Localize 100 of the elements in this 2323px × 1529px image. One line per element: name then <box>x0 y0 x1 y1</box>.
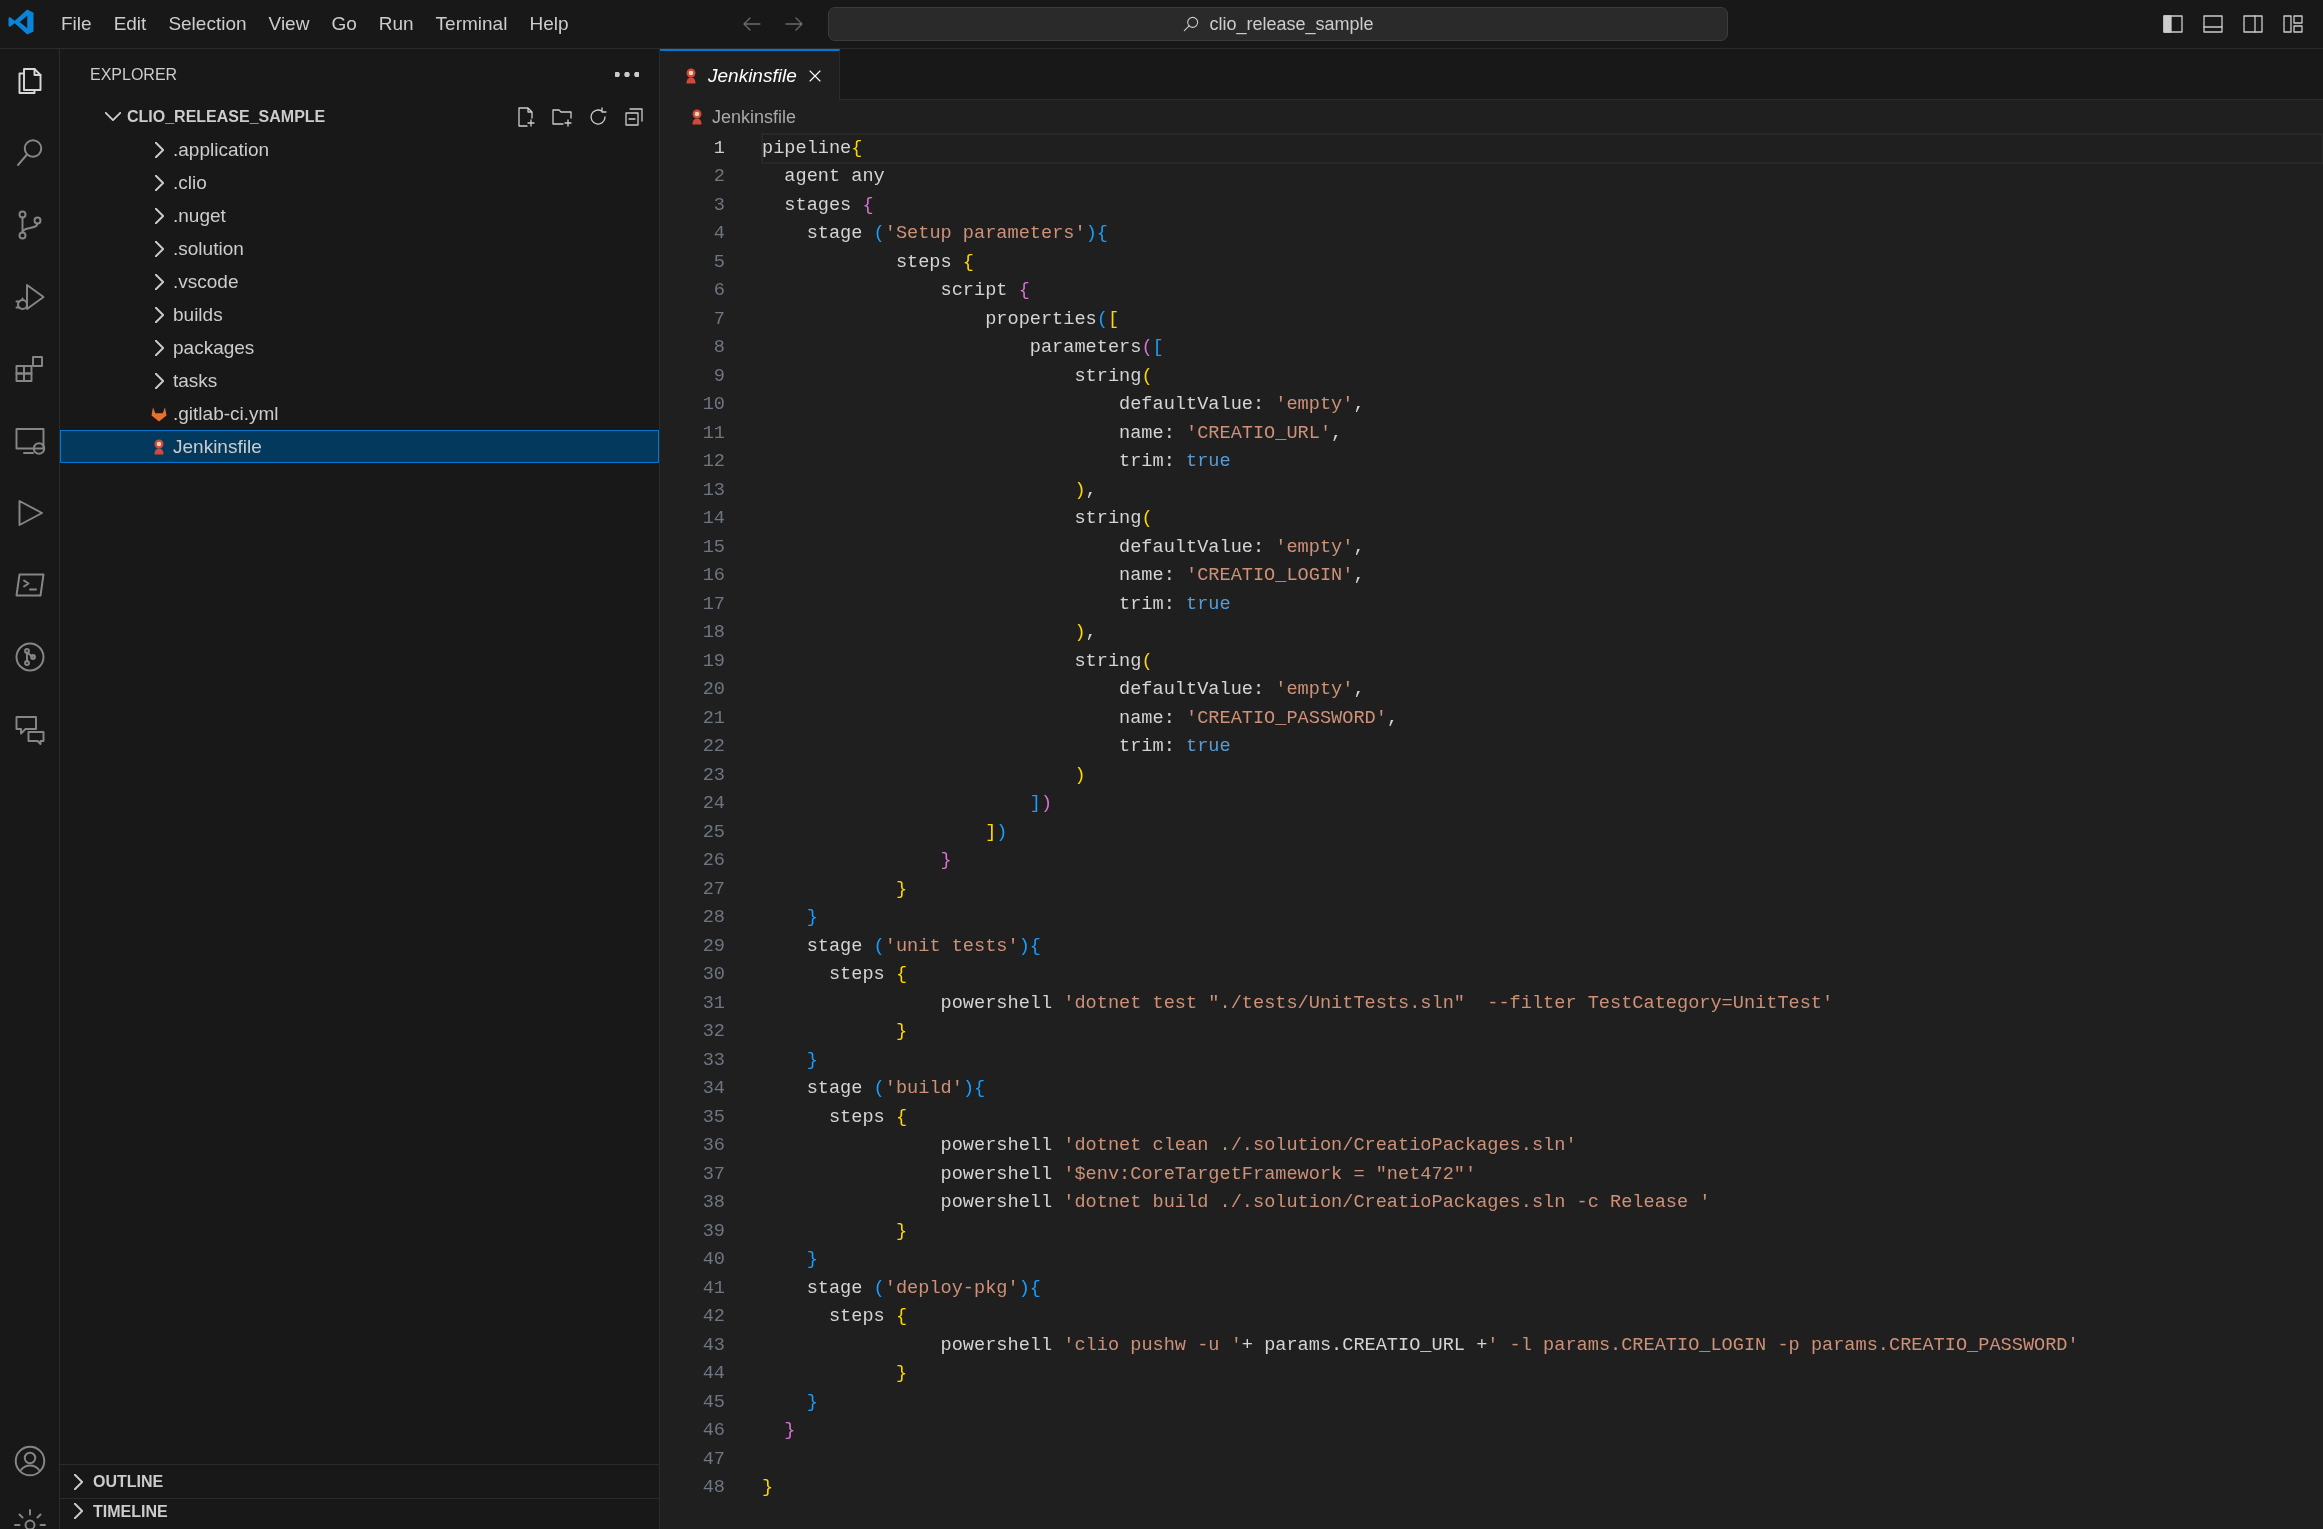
editor-tab[interactable]: Jenkinsfile <box>660 49 840 100</box>
line-number: 19 <box>701 650 725 672</box>
code-line: trim: true <box>1118 450 1232 475</box>
tree-item[interactable]: Jenkinsfile <box>60 430 659 463</box>
code-line: powershell '$env:CoreTargetFramework = "net472"' <box>939 1162 1478 1187</box>
code-line: string( <box>1073 364 1154 389</box>
code-line: steps { <box>894 250 976 275</box>
code-line: defaultValue: 'empty', <box>1118 678 1366 703</box>
line-number: 45 <box>701 1391 725 1413</box>
section-header[interactable]: OUTLINE <box>60 1464 659 1498</box>
code-line: string( <box>1073 507 1154 532</box>
code-line: agent any <box>783 165 886 190</box>
line-number: 13 <box>701 479 725 501</box>
line-number: 17 <box>701 593 725 615</box>
code-line: trim: true <box>1118 592 1232 617</box>
line-number: 9 <box>712 365 725 387</box>
line-number: 44 <box>701 1363 725 1385</box>
menu-item[interactable]: Selection <box>157 9 258 39</box>
line-number: 2 <box>712 166 725 188</box>
code-line: } <box>894 1020 909 1045</box>
line-number: 36 <box>701 1135 725 1157</box>
code-line: ]) <box>1028 792 1054 817</box>
line-number: 20 <box>701 679 725 701</box>
code-line: steps { <box>827 1305 909 1330</box>
tree-item[interactable]: packages <box>60 331 659 364</box>
code-line: } <box>894 1362 909 1387</box>
tree-item[interactable]: builds <box>60 298 659 331</box>
tree-item[interactable]: .nuget <box>60 199 659 232</box>
code-line: defaultValue: 'empty', <box>1118 393 1366 418</box>
code-line: } <box>805 906 819 931</box>
line-number: 42 <box>701 1306 725 1328</box>
line-number: 43 <box>701 1334 725 1356</box>
code-line: name: 'CREATIO_PASSWORD', <box>1118 706 1400 731</box>
workspace-name: clio_release_sample <box>1209 13 1374 35</box>
line-number: 38 <box>701 1192 725 1214</box>
code-line: ), <box>1073 478 1098 503</box>
code-line: name: 'CREATIO_URL', <box>1118 421 1344 446</box>
line-number: 1 <box>712 137 725 159</box>
menu-item[interactable]: Run <box>367 9 425 39</box>
line-number: 10 <box>701 394 725 416</box>
code-line: stage ('build'){ <box>805 1077 987 1102</box>
code-line: } <box>805 1390 819 1415</box>
code-line: pipeline{ <box>762 134 2323 163</box>
panel-title: EXPLORER <box>90 65 179 84</box>
command-center[interactable]: clio_release_sample <box>827 7 1728 41</box>
tree-item[interactable]: tasks <box>60 364 659 397</box>
tree-item[interactable]: .solution <box>60 232 659 265</box>
line-number: 6 <box>712 280 725 302</box>
code-line: } <box>805 1048 819 1073</box>
line-number: 27 <box>701 878 725 900</box>
line-number: 8 <box>712 337 725 359</box>
customize-layout-icon <box>2281 12 2305 36</box>
code-line: powershell 'dotnet build ./.solution/CreatioPackages.sln -c Release ' <box>939 1191 1712 1216</box>
more-actions-icon <box>615 72 639 77</box>
line-number: 29 <box>701 935 725 957</box>
menu-item[interactable]: View <box>257 9 321 39</box>
line-number: 35 <box>701 1106 725 1128</box>
line-number: 11 <box>701 422 725 444</box>
toggle-panel-icon <box>2201 12 2225 36</box>
tree-item[interactable]: .application <box>60 133 659 166</box>
menu-item[interactable]: File <box>50 9 103 39</box>
tree-item[interactable]: .vscode <box>60 265 659 298</box>
line-number: 15 <box>701 536 725 558</box>
code-line: name: 'CREATIO_LOGIN', <box>1118 564 1366 589</box>
code-line: } <box>939 849 953 874</box>
line-number: 33 <box>701 1049 725 1071</box>
code-line: powershell 'clio pushw -u '+ params.CREATIO_URL +' -l params.CREATIO_LOGIN -p params.CREATIO_PASSWORD' <box>939 1333 2080 1358</box>
toggle-sidebar-icon <box>2161 12 2185 36</box>
line-number: 16 <box>701 565 725 587</box>
tree-item[interactable]: .gitlab-ci.yml <box>60 397 659 430</box>
tree-item[interactable]: .clio <box>60 166 659 199</box>
line-number: 34 <box>701 1078 725 1100</box>
line-number: 48 <box>701 1477 725 1499</box>
line-number: 14 <box>701 508 725 530</box>
menu-item[interactable]: Edit <box>102 9 158 39</box>
code-line: powershell 'dotnet test "./tests/UnitTests.sln" --filter TestCategory=UnitTest' <box>939 991 1835 1016</box>
folder-header[interactable]: CLIO_RELEASE_SAMPLE <box>60 100 659 133</box>
code-line: } <box>894 877 909 902</box>
code-line: ), <box>1073 621 1098 646</box>
menu-item[interactable]: Go <box>320 9 368 39</box>
code-line: stage ('deploy-pkg'){ <box>805 1276 1042 1301</box>
code-line: string( <box>1073 649 1154 674</box>
line-number: 31 <box>701 992 725 1014</box>
code-line: powershell 'dotnet clean ./.solution/CreatioPackages.sln' <box>939 1134 1578 1159</box>
line-number: 5 <box>712 251 725 273</box>
code-line: script { <box>939 279 1031 304</box>
code-line: properties([ <box>984 307 1121 332</box>
line-number: 4 <box>712 223 725 245</box>
section-header[interactable]: TIMELINE <box>60 1498 659 1529</box>
code-line: trim: true <box>1118 735 1232 760</box>
line-number: 22 <box>701 736 725 758</box>
code-line: } <box>783 1419 797 1444</box>
line-number: 41 <box>701 1277 725 1299</box>
toggle-secondary-sidebar-icon <box>2241 12 2265 36</box>
menu-item[interactable]: Terminal <box>424 9 519 39</box>
line-number: 37 <box>701 1163 725 1185</box>
code-line: steps { <box>827 1105 909 1130</box>
code-line: steps { <box>827 963 909 988</box>
breadcrumb-item[interactable]: Jenkinsfile <box>712 106 797 128</box>
menu-item[interactable]: Help <box>518 9 580 39</box>
